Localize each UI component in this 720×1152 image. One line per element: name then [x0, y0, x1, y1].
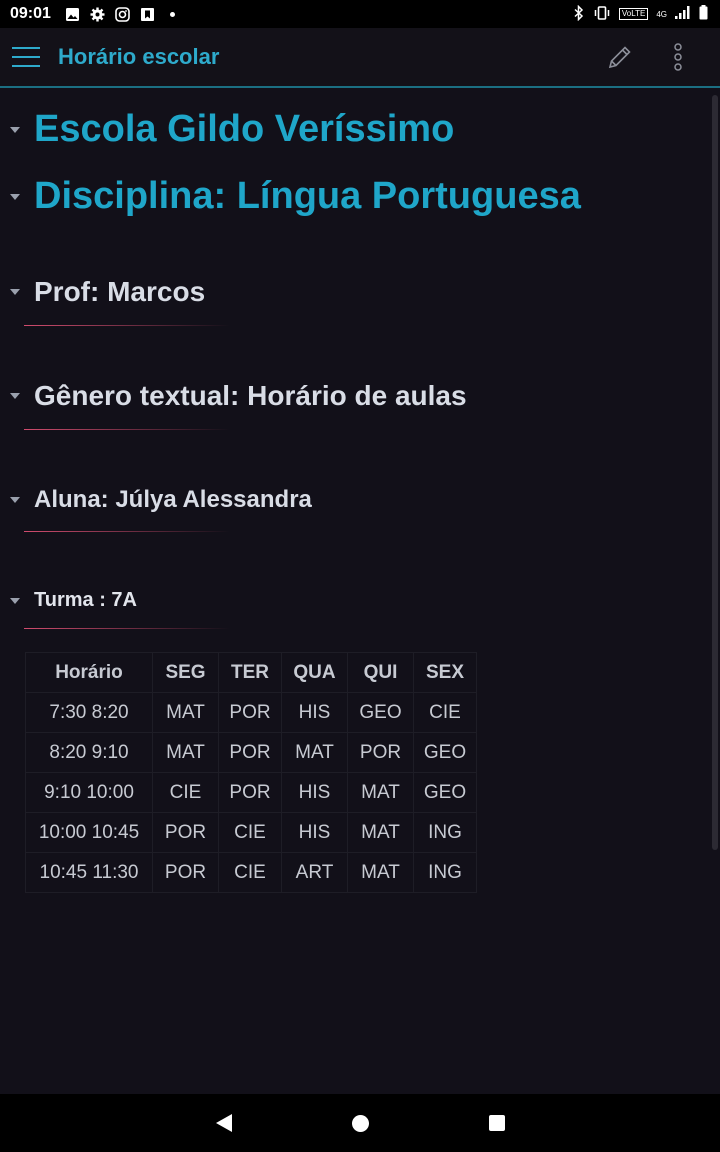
volte-icon: VoLTE	[618, 8, 649, 20]
heading-teacher[interactable]: Prof: Marcos	[10, 276, 205, 308]
menu-icon[interactable]	[12, 46, 40, 68]
image-icon	[65, 7, 80, 22]
collapse-caret-icon[interactable]	[10, 126, 20, 133]
column-header: SEG	[152, 652, 219, 693]
table-cell: GEO	[347, 692, 414, 733]
bluetooth-icon	[573, 4, 585, 24]
home-icon[interactable]	[351, 1114, 369, 1132]
divider	[24, 325, 230, 326]
table-row: 7:30 8:20 MAT POR HIS GEO CIE	[25, 692, 477, 733]
table-row: 9:10 10:00 CIE POR HIS MAT GEO	[25, 772, 477, 813]
table-cell: 10:45 11:30	[25, 852, 153, 893]
table-cell: MAT	[347, 812, 414, 853]
app-title: Horário escolar	[58, 44, 220, 69]
student-name: Aluna: Júlya Alessandra	[34, 486, 312, 513]
screen: 09:01 VoLTE 4G Horário escolar Escola Gi…	[0, 0, 720, 1152]
document-view[interactable]: Escola Gildo Veríssimo Disciplina: Língu…	[0, 88, 708, 1092]
more-options-icon[interactable]	[664, 43, 692, 71]
table-cell: MAT	[347, 772, 414, 813]
table-cell: 7:30 8:20	[25, 692, 153, 733]
school-name: Escola Gildo Veríssimo	[34, 108, 455, 150]
gear-icon	[90, 7, 105, 22]
network-type: 4G	[656, 9, 667, 19]
table-cell: POR	[218, 732, 282, 773]
back-icon[interactable]	[215, 1114, 232, 1132]
battery-icon	[699, 5, 708, 23]
heading-class[interactable]: Turma : 7A	[10, 589, 137, 612]
recent-apps-icon[interactable]	[488, 1115, 505, 1131]
table-cell: HIS	[281, 692, 348, 733]
collapse-caret-icon[interactable]	[10, 289, 20, 295]
status-bar: 09:01 VoLTE 4G	[0, 0, 720, 28]
edit-pencil-icon[interactable]	[606, 43, 634, 71]
dot-icon	[165, 7, 180, 22]
table-cell: 9:10 10:00	[25, 772, 153, 813]
system-nav-bar	[0, 1094, 720, 1152]
table-cell: 10:00 10:45	[25, 812, 153, 853]
table-cell: HIS	[281, 812, 348, 853]
table-row: 8:20 9:10 MAT POR MAT POR GEO	[25, 732, 477, 773]
status-time: 09:01	[10, 5, 51, 22]
divider	[24, 628, 230, 629]
bookmark-app-icon	[140, 7, 155, 22]
table-cell: HIS	[281, 772, 348, 813]
table-cell: POR	[218, 772, 282, 813]
column-header: TER	[218, 652, 282, 693]
collapse-caret-icon[interactable]	[10, 393, 20, 399]
table-row: 10:45 11:30 POR CIE ART MAT ING	[25, 852, 477, 893]
heading-student[interactable]: Aluna: Júlya Alessandra	[10, 486, 312, 514]
subject-name: Disciplina: Língua Portuguesa	[34, 175, 581, 217]
table-cell: ING	[413, 812, 477, 853]
table-cell: MAT	[347, 852, 414, 893]
signal-icon	[675, 6, 691, 22]
table-cell: GEO	[413, 732, 477, 773]
schedule-table: Horário SEG TER QUA QUI SEX 7:30 8:20 MA…	[25, 652, 477, 893]
genre-text: Gênero textual: Horário de aulas	[34, 380, 467, 411]
table-cell: GEO	[413, 772, 477, 813]
table-cell: MAT	[281, 732, 348, 773]
table-row: 10:00 10:45 POR CIE HIS MAT ING	[25, 812, 477, 853]
table-cell: POR	[152, 812, 219, 853]
table-cell: POR	[218, 692, 282, 733]
table-cell: 8:20 9:10	[25, 732, 153, 773]
table-cell: CIE	[152, 772, 219, 813]
table-cell: POR	[347, 732, 414, 773]
collapse-caret-icon[interactable]	[10, 497, 20, 503]
divider	[24, 531, 230, 532]
table-cell: ART	[281, 852, 348, 893]
table-cell: CIE	[218, 812, 282, 853]
table-cell: MAT	[152, 692, 219, 733]
table-cell: MAT	[152, 732, 219, 773]
table-cell: POR	[152, 852, 219, 893]
vibrate-icon	[593, 5, 611, 23]
app-bar: Horário escolar	[0, 28, 720, 88]
heading-subject[interactable]: Disciplina: Língua Portuguesa	[10, 175, 581, 218]
heading-school[interactable]: Escola Gildo Veríssimo	[10, 108, 454, 151]
table-cell: ING	[413, 852, 477, 893]
column-header: Horário	[25, 652, 153, 693]
scrollbar[interactable]	[712, 95, 718, 850]
column-header: SEX	[413, 652, 477, 693]
teacher-name: Prof: Marcos	[34, 276, 206, 307]
table-cell: CIE	[218, 852, 282, 893]
heading-genre[interactable]: Gênero textual: Horário de aulas	[10, 380, 467, 412]
table-header-row: Horário SEG TER QUA QUI SEX	[25, 652, 477, 693]
collapse-caret-icon[interactable]	[10, 597, 20, 604]
column-header: QUI	[347, 652, 414, 693]
divider	[24, 429, 230, 430]
column-header: QUA	[281, 652, 348, 693]
class-group: Turma : 7A	[34, 589, 137, 611]
collapse-caret-icon[interactable]	[10, 193, 20, 200]
table-cell: CIE	[413, 692, 477, 733]
instagram-icon	[115, 6, 130, 22]
